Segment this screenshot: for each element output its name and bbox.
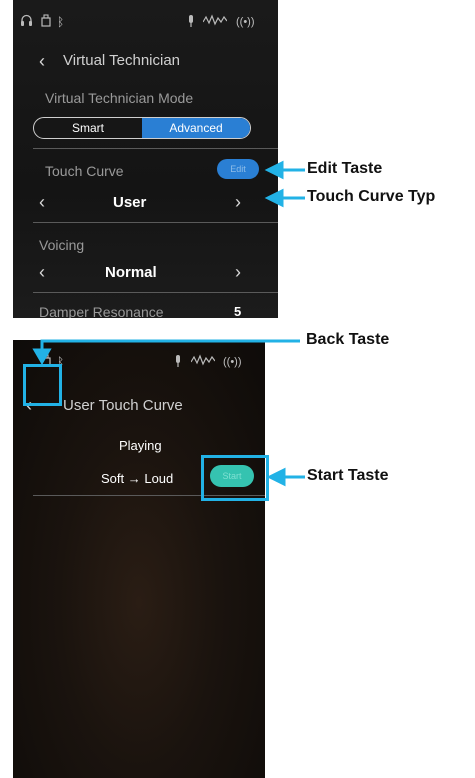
callout-lines	[32, 160, 305, 487]
callout-back: Back Taste	[306, 331, 390, 348]
callout-touch-curve-type: Touch Curve Typ	[307, 188, 436, 205]
start-button-highlight	[201, 455, 269, 501]
callout-start: Start Taste	[307, 467, 389, 484]
callout-edit: Edit Taste	[307, 160, 383, 177]
back-button-highlight	[23, 364, 62, 406]
